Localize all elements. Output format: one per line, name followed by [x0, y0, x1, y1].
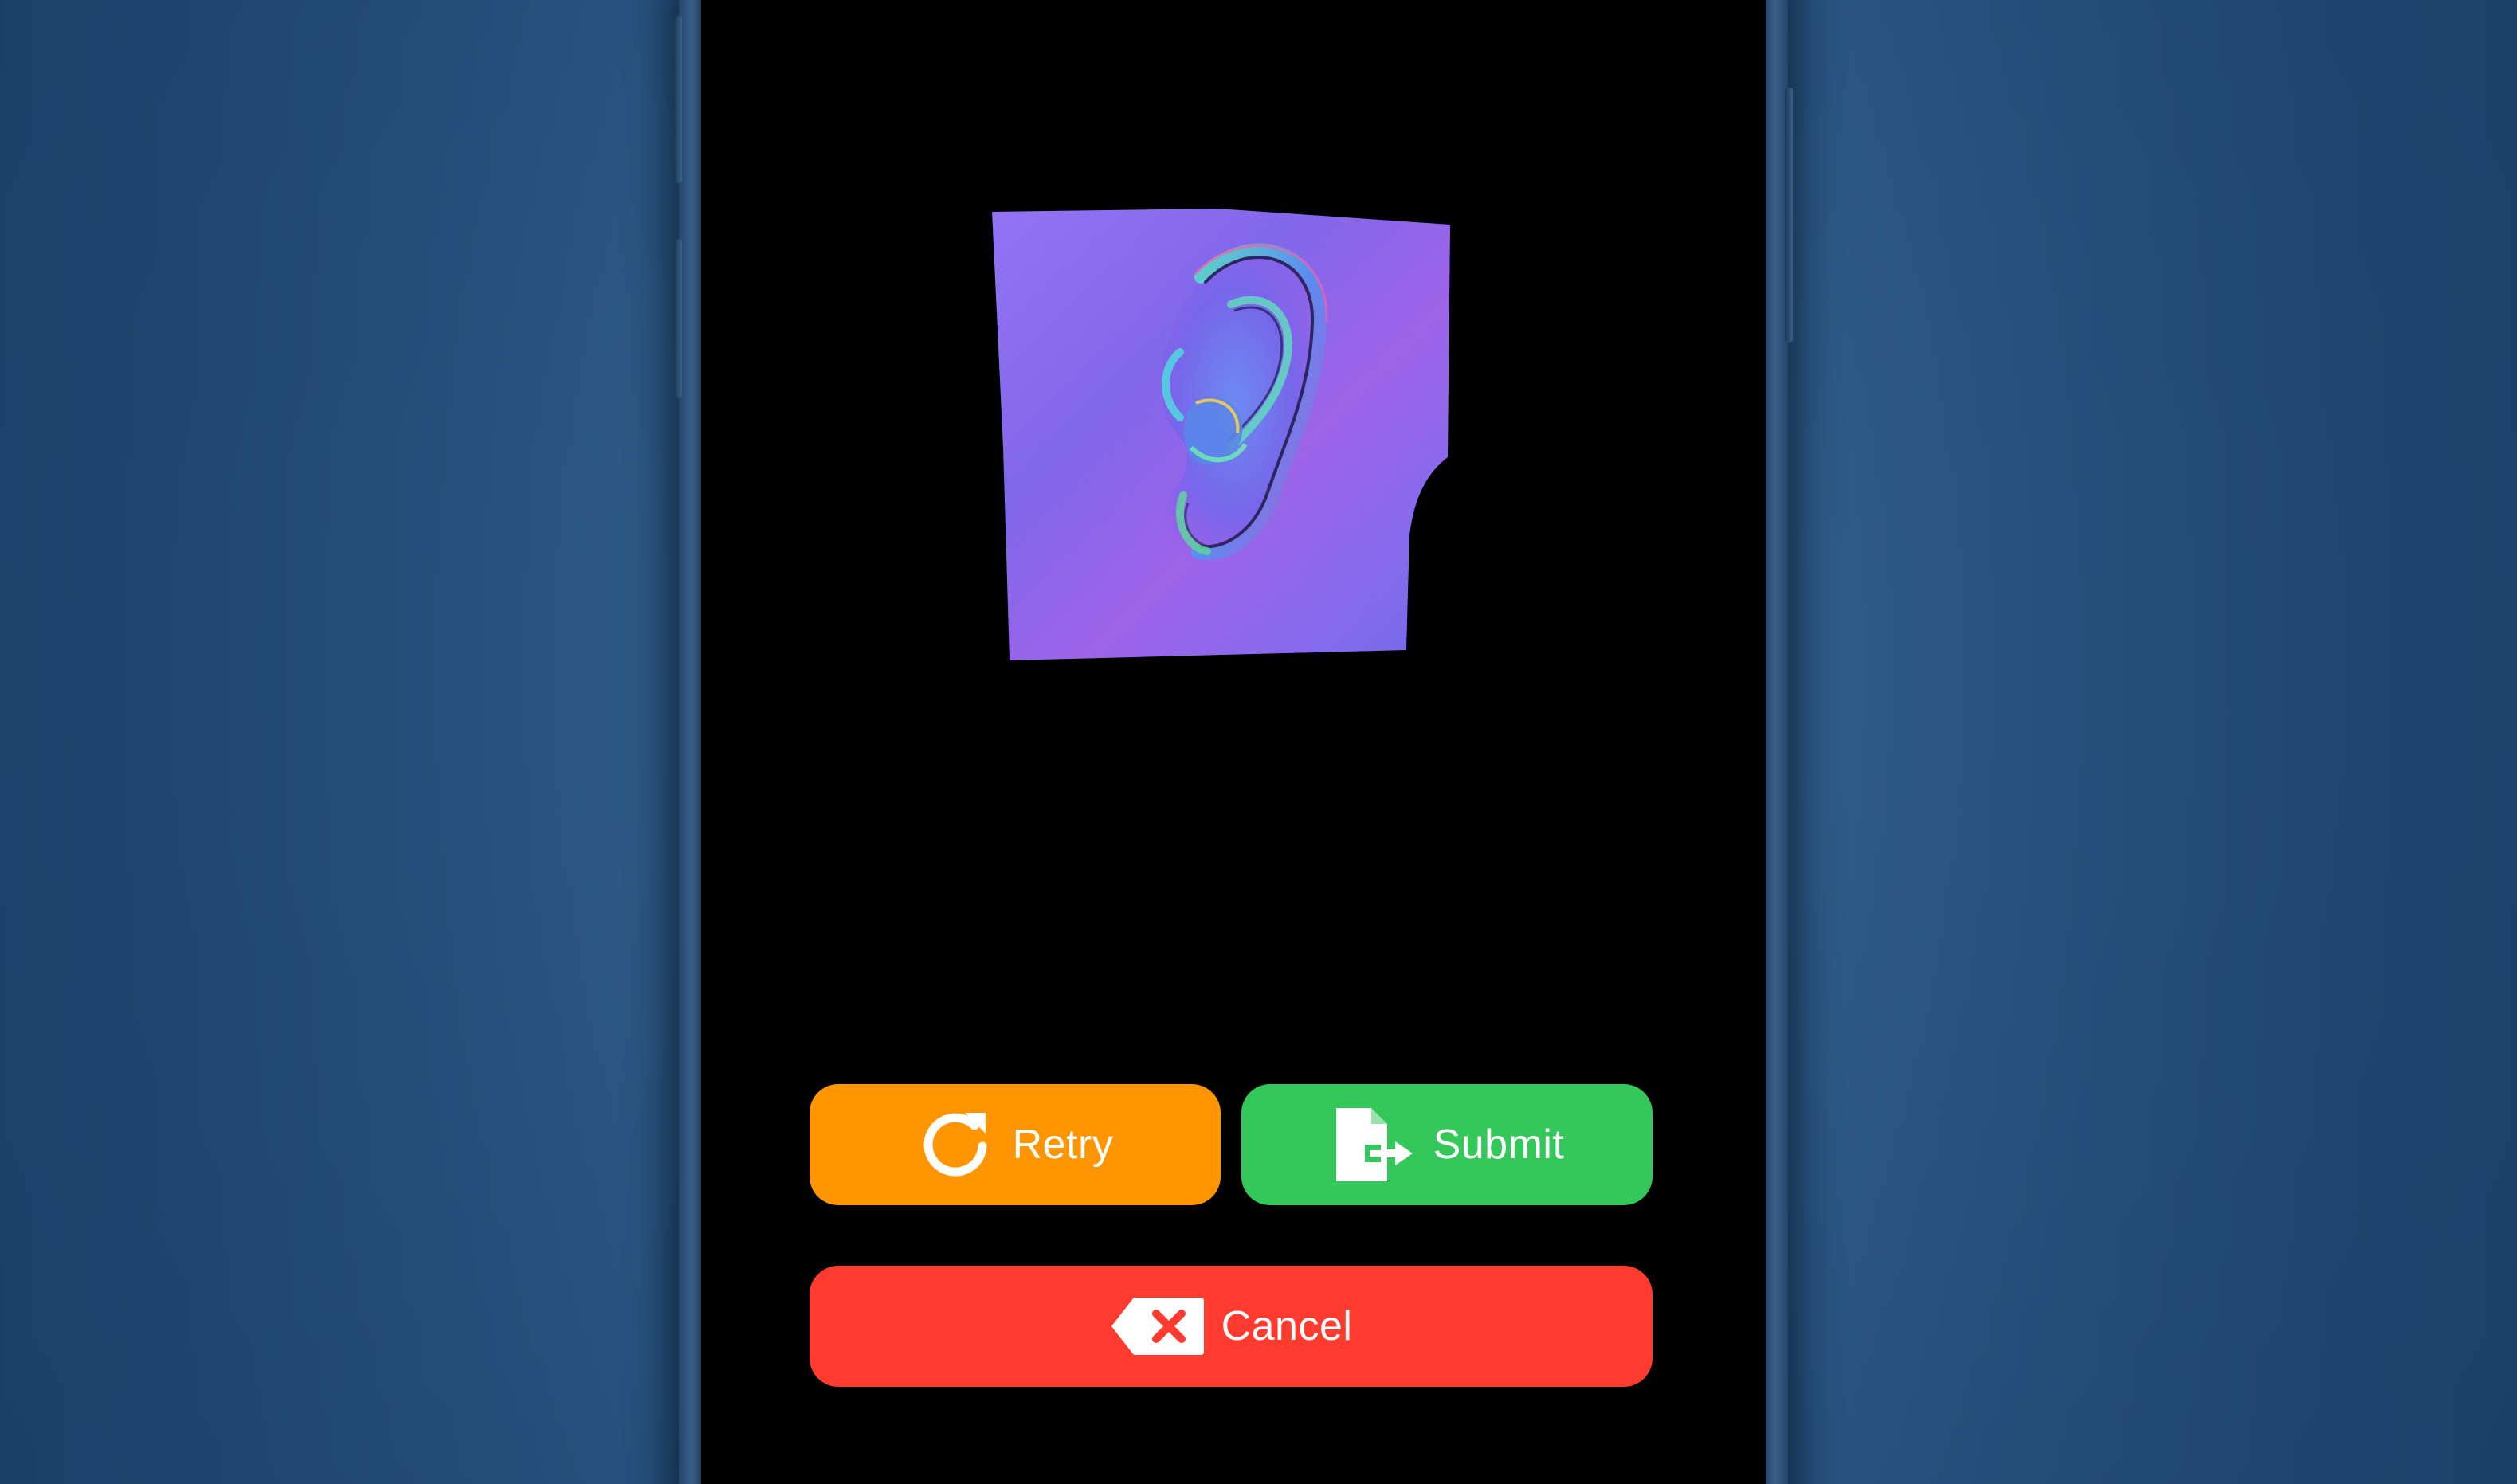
ear-scan-preview — [992, 209, 1454, 671]
submit-button[interactable]: Submit — [1241, 1084, 1653, 1205]
retry-button[interactable]: Retry — [810, 1084, 1221, 1205]
ear-scan-image — [992, 209, 1450, 660]
submit-document-icon — [1330, 1105, 1417, 1184]
retry-label: Retry — [1012, 1122, 1114, 1168]
cancel-label: Cancel — [1221, 1303, 1353, 1349]
background: Retry Submit Cancel — [0, 0, 2517, 1484]
phone-side-button-right — [1785, 88, 1793, 343]
cancel-button[interactable]: Cancel — [810, 1266, 1653, 1387]
submit-label: Submit — [1433, 1122, 1565, 1168]
background-shade-right — [1800, 0, 2517, 1484]
cancel-delete-icon — [1110, 1296, 1206, 1357]
phone-side-button-left-top — [674, 16, 682, 183]
retry-icon — [917, 1105, 997, 1184]
phone-side-button-left-bottom — [674, 239, 682, 398]
background-shade-left — [0, 0, 717, 1484]
